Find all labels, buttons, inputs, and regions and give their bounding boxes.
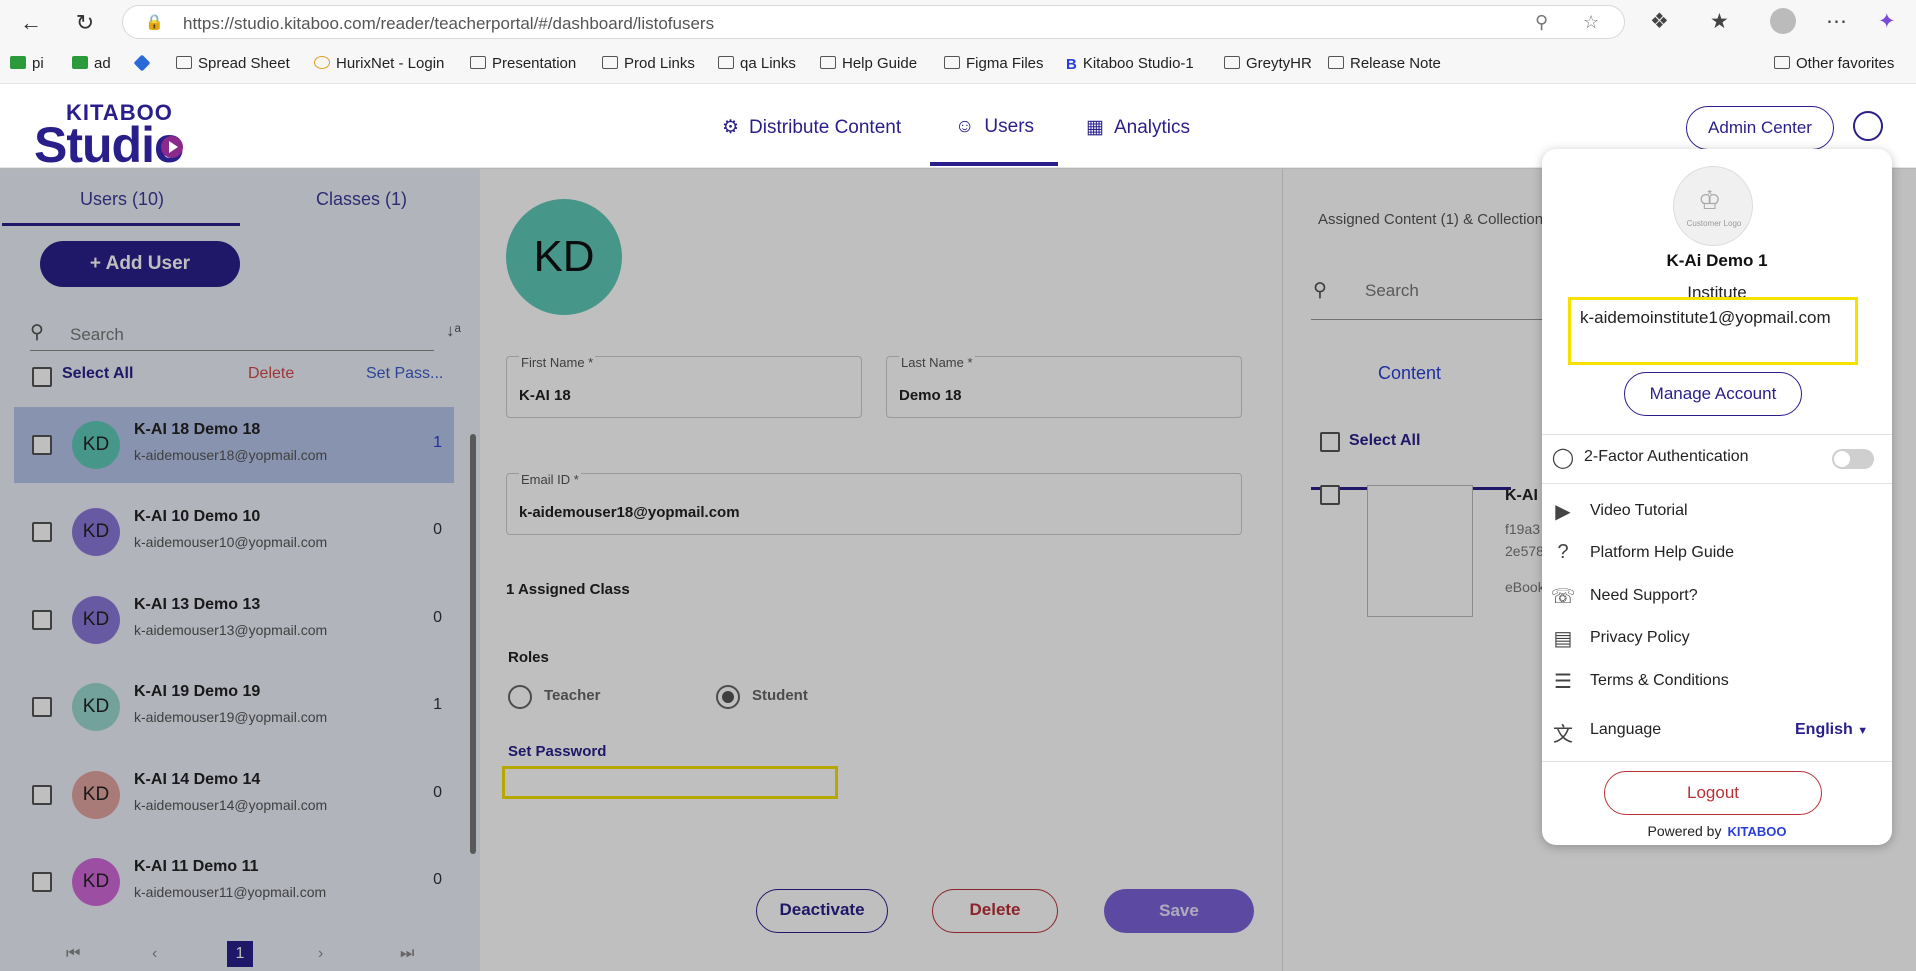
language-select[interactable]: English ▼ [1795,721,1868,739]
bookmark-greytyhr[interactable]: GreytyHR [1224,55,1312,72]
menu-terms-conditions[interactable]: ☰ Terms & Conditions [1542,665,1892,701]
bookmark-qa-links[interactable]: qa Links [718,55,796,72]
divider [1542,434,1892,435]
logout-button[interactable]: Logout [1604,771,1822,815]
browser-toolbar: ← ↻ 🔒 https://studio.kitaboo.com/reader/… [0,0,1916,44]
divider [1542,761,1892,762]
admin-center-button[interactable]: Admin Center [1686,106,1834,150]
back-icon[interactable]: ← [18,10,44,36]
bookmark-release-note[interactable]: Release Note [1328,55,1441,72]
url-text: https://studio.kitaboo.com/reader/teache… [183,14,715,33]
bookmark-hurixnet[interactable]: HurixNet - Login [314,55,444,72]
menu-video-tutorial[interactable]: ▶ Video Tutorial [1542,495,1892,531]
two-factor-item: ◯ 2-Factor Authentication [1542,441,1892,477]
analytics-icon: ▦ [1086,117,1104,138]
menu-platform-help-guide[interactable]: ? Platform Help Guide [1542,537,1892,573]
menu-need-support[interactable]: ☏ Need Support? [1542,580,1892,616]
nav-analytics[interactable]: ▦ Analytics [1086,116,1190,139]
bookmark-presentation[interactable]: Presentation [470,55,576,72]
bookmark-kitaboo-studio[interactable]: B Kitaboo Studio-1 [1066,55,1194,73]
bookmark-prod-links[interactable]: Prod Links [602,55,695,72]
distribute-icon: ⚙ [722,117,740,138]
lock-icon: 🔒 [145,14,164,31]
crown-icon: ♔ [1698,185,1722,215]
account-icon[interactable] [1853,111,1883,141]
reload-icon[interactable]: ↻ [72,10,98,36]
two-factor-toggle[interactable] [1832,449,1874,469]
customer-logo: ♔ Customer Logo [1673,166,1753,246]
bookmark-figma-files[interactable]: Figma Files [944,55,1044,72]
bookmark-diamond[interactable] [133,54,154,72]
video-icon: ▶ [1555,501,1571,523]
customer-logo-caption: Customer Logo [1686,219,1742,228]
bookmark-help-guide[interactable]: Help Guide [820,55,917,72]
bookmark-spread-sheet[interactable]: Spread Sheet [176,55,290,72]
star-icon[interactable]: ☆ [1583,12,1599,33]
address-bar[interactable]: 🔒 https://studio.kitaboo.com/reader/teac… [122,5,1625,39]
shield-icon: ◯ [1551,447,1575,469]
user-icon: ☺ [955,116,975,137]
kitaboo-brand: KITABOO [1727,824,1787,839]
key-icon[interactable]: ⚲ [1535,12,1548,33]
bookmarks-bar: pi ad Spread Sheet HurixNet - Login Pres… [0,44,1916,84]
translate-icon: 文 [1553,724,1573,746]
copilot-icon[interactable]: ✦ [1878,9,1896,34]
logo-play-icon [161,136,183,158]
bookmark-ad[interactable]: ad [72,55,111,72]
bookmark-pi[interactable]: pi [10,55,44,72]
profile-icon[interactable] [1770,8,1796,34]
account-dropdown: ♔ Customer Logo K-Ai Demo 1 Institute k-… [1542,149,1892,845]
nav-active-indicator [930,162,1058,166]
favorites-icon[interactable]: ★ [1710,9,1729,34]
bookmark-other-favorites[interactable]: Other favorites [1774,55,1894,72]
caret-down-icon: ▼ [1857,725,1869,737]
nav-users[interactable]: ☺ Users [955,116,1034,138]
powered-by: Powered by KITABOO [1647,823,1787,839]
divider [1542,483,1892,484]
manage-account-button[interactable]: Manage Account [1624,372,1802,416]
document-check-icon: ▤ [1553,628,1573,650]
support-icon: ☏ [1550,586,1576,608]
nav-distribute-content[interactable]: ⚙ Distribute Content [722,116,901,139]
two-factor-label: 2-Factor Authentication [1584,448,1749,465]
extensions-icon[interactable]: ❖ [1650,9,1669,34]
help-icon: ? [1557,541,1569,563]
account-name: K-Ai Demo 1 [1666,251,1768,270]
menu-language: 文 Language English ▼ [1542,714,1892,750]
menu-privacy-policy[interactable]: ▤ Privacy Policy [1542,622,1892,658]
document-icon: ☰ [1554,671,1572,693]
language-label: Language [1590,721,1662,738]
more-icon[interactable]: ⋯ [1826,9,1847,34]
account-email: k-aidemoinstitute1@yopmail.com [1580,308,1831,327]
